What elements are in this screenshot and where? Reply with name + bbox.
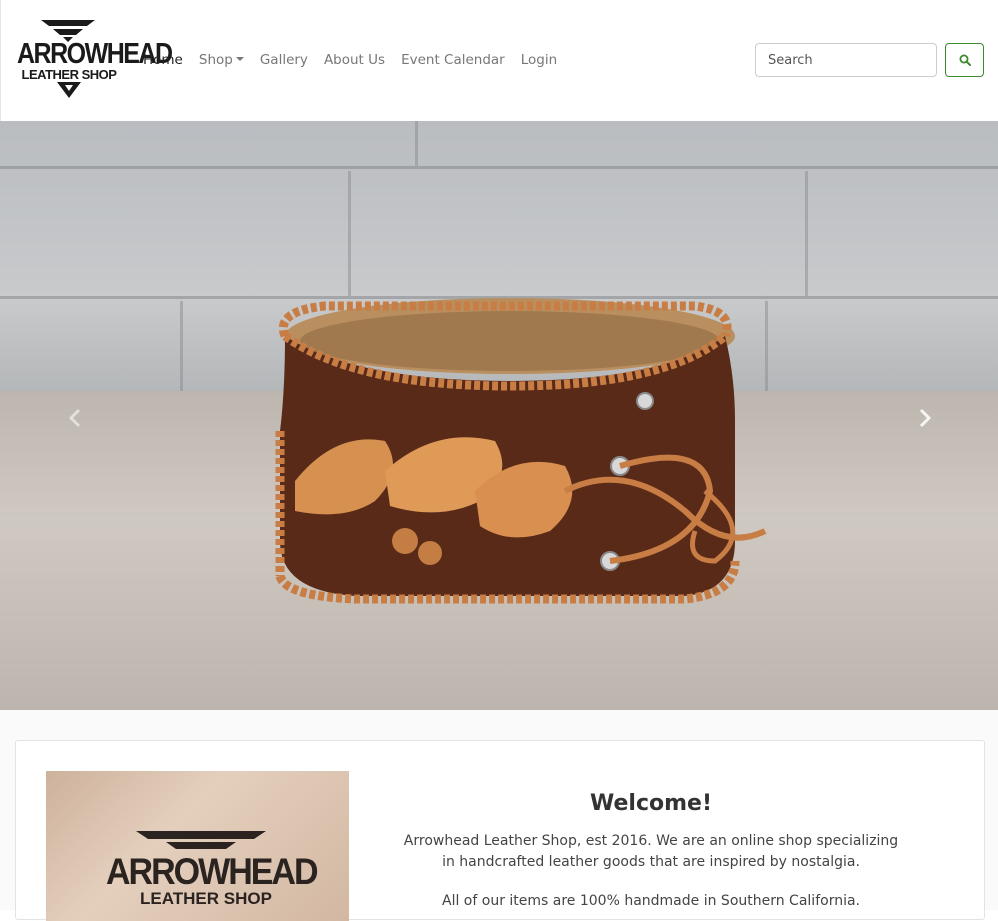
nav-about-us[interactable]: About Us	[316, 48, 393, 72]
leather-cuff-image	[275, 298, 767, 604]
brand-logo[interactable]: ARROWHEAD LEATHER SHOP	[17, 20, 173, 100]
wall-grout-line	[805, 171, 808, 296]
nav-shop-dropdown[interactable]: Shop	[191, 48, 252, 72]
chevron-left-icon	[68, 408, 81, 428]
welcome-heading: Welcome!	[590, 791, 712, 816]
welcome-image: ARROWHEAD LEATHER SHOP	[46, 771, 349, 921]
logo-subtitle: LEATHER SHOP	[21, 67, 117, 82]
hero-carousel	[0, 121, 998, 710]
wall-grout-line	[415, 121, 418, 166]
welcome-intro-text: Arrowhead Leather Shop, est 2016. We are…	[403, 833, 899, 870]
welcome-card: ARROWHEAD LEATHER SHOP Welcome! Arrowhea…	[15, 740, 985, 921]
search-button[interactable]	[945, 43, 984, 77]
search-input[interactable]	[755, 43, 937, 77]
chevron-right-icon	[919, 408, 932, 428]
welcome-handmade-text: All of our items are 100% handmade in So…	[442, 893, 860, 909]
image-logo-subtitle: LEATHER SHOP	[140, 889, 272, 908]
nav-login[interactable]: Login	[513, 48, 565, 72]
wall-grout-line	[348, 171, 351, 296]
nav-gallery[interactable]: Gallery	[252, 48, 316, 72]
carousel-next-button[interactable]	[910, 403, 940, 433]
caret-down-icon	[235, 57, 244, 61]
wall-grout-line	[0, 166, 998, 169]
wall-grout-line	[180, 301, 183, 391]
nav-login-label: Login	[520, 52, 558, 68]
main-nav: Home Shop Gallery About Us Event Calenda…	[135, 48, 565, 72]
nav-event-calendar-label: Event Calendar	[401, 52, 505, 68]
nav-gallery-label: Gallery	[259, 52, 308, 68]
nav-event-calendar[interactable]: Event Calendar	[393, 48, 513, 72]
nav-shop-label: Shop	[198, 52, 233, 68]
carousel-prev-button[interactable]	[60, 403, 90, 433]
image-logo-arrow-icon	[136, 831, 266, 849]
search-icon	[959, 54, 971, 66]
logo-diamond-icon	[57, 82, 81, 98]
nav-home-label: Home	[143, 52, 183, 68]
nav-about-label: About Us	[323, 52, 386, 68]
navbar: ARROWHEAD LEATHER SHOP Home Shop Gallery…	[0, 0, 998, 121]
image-logo-wordmark: ARROWHEAD	[106, 851, 319, 893]
nav-home[interactable]: Home	[135, 48, 191, 72]
